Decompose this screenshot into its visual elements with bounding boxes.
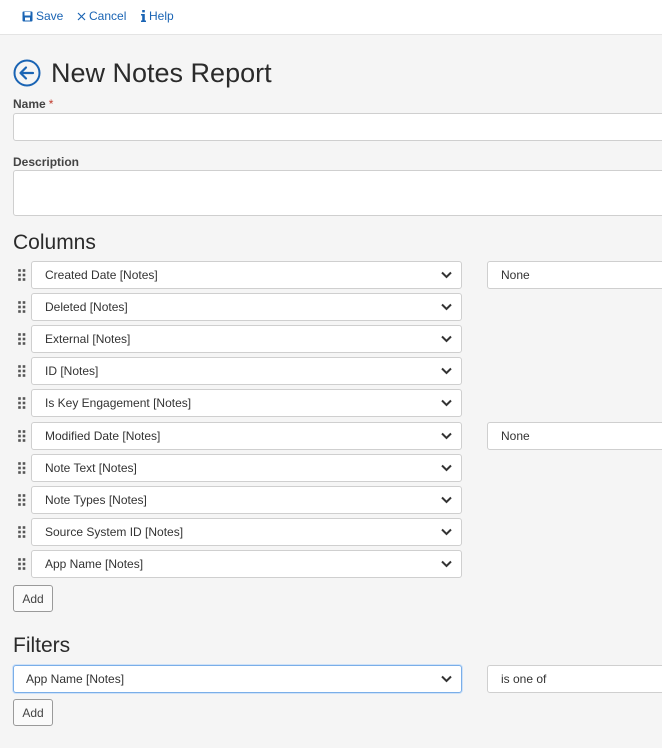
filter-operator-select[interactable]: is one of bbox=[487, 665, 662, 693]
column-select-value: Source System ID [Notes] bbox=[45, 525, 184, 539]
cancel-label: Cancel bbox=[89, 9, 127, 23]
chevron-down-icon bbox=[441, 496, 452, 504]
modified-date-option-select[interactable]: None bbox=[487, 422, 662, 450]
description-input[interactable] bbox=[13, 170, 662, 216]
save-button[interactable]: Save bbox=[22, 9, 63, 23]
created-date-option-select[interactable]: None bbox=[487, 261, 662, 289]
close-icon bbox=[77, 12, 86, 20]
drag-handle-icon[interactable] bbox=[18, 365, 26, 377]
save-label: Save bbox=[36, 9, 64, 23]
chevron-down-icon bbox=[441, 367, 452, 375]
column-select[interactable]: Deleted [Notes] bbox=[31, 293, 462, 321]
name-label-text: Name bbox=[13, 97, 46, 111]
chevron-down-icon bbox=[441, 464, 452, 472]
title-row: New Notes Report bbox=[13, 56, 272, 90]
columns-title: Columns bbox=[13, 231, 96, 254]
created-date-option-value: None bbox=[501, 268, 530, 282]
column-select[interactable]: Modified Date [Notes] bbox=[31, 422, 462, 450]
chevron-down-icon bbox=[441, 335, 452, 343]
column-select[interactable]: Source System ID [Notes] bbox=[31, 518, 462, 546]
drag-handle-icon[interactable] bbox=[18, 269, 26, 281]
required-mark: * bbox=[48, 97, 54, 111]
description-label: Description bbox=[13, 155, 80, 169]
column-select-value: Is Key Engagement [Notes] bbox=[45, 396, 192, 410]
column-select-value: Deleted [Notes] bbox=[45, 300, 128, 314]
column-select[interactable]: App Name [Notes] bbox=[31, 550, 462, 578]
column-select[interactable]: ID [Notes] bbox=[31, 357, 462, 385]
chevron-down-icon bbox=[441, 528, 452, 536]
modified-date-option-value: None bbox=[501, 429, 530, 443]
drag-handle-icon[interactable] bbox=[18, 558, 26, 570]
chevron-down-icon bbox=[441, 303, 452, 311]
column-select-value: Note Text [Notes] bbox=[45, 461, 137, 475]
drag-handle-icon[interactable] bbox=[18, 462, 26, 474]
cancel-button[interactable]: Cancel bbox=[77, 9, 126, 23]
drag-handle-icon[interactable] bbox=[18, 430, 26, 442]
chevron-down-icon bbox=[441, 271, 452, 279]
drag-handle-icon[interactable] bbox=[18, 301, 26, 313]
column-select-value: App Name [Notes] bbox=[45, 557, 144, 571]
column-select-value: ID [Notes] bbox=[45, 364, 99, 378]
chevron-down-icon bbox=[441, 399, 452, 407]
filters-title: Filters bbox=[13, 634, 71, 657]
chevron-down-icon bbox=[441, 560, 452, 568]
column-select[interactable]: Created Date [Notes] bbox=[31, 261, 462, 289]
drag-handle-icon[interactable] bbox=[18, 526, 26, 538]
drag-handle-icon[interactable] bbox=[18, 397, 26, 409]
back-arrow-icon[interactable] bbox=[13, 59, 41, 87]
info-icon bbox=[141, 10, 146, 22]
filter-field-value: App Name [Notes] bbox=[26, 672, 125, 686]
name-label: Name * bbox=[13, 97, 53, 111]
filter-field-select[interactable]: App Name [Notes] bbox=[13, 665, 462, 693]
toolbar: Save Cancel Help bbox=[0, 0, 662, 35]
help-label: Help bbox=[149, 9, 174, 23]
drag-handle-icon[interactable] bbox=[18, 494, 26, 506]
column-select-value: Modified Date [Notes] bbox=[45, 429, 161, 443]
help-button[interactable]: Help bbox=[141, 9, 174, 23]
column-select[interactable]: External [Notes] bbox=[31, 325, 462, 353]
page-title: New Notes Report bbox=[51, 58, 272, 88]
chevron-down-icon bbox=[441, 432, 452, 440]
name-input[interactable] bbox=[13, 113, 662, 141]
filter-operator-value: is one of bbox=[501, 672, 547, 686]
column-select-value: Created Date [Notes] bbox=[45, 268, 158, 282]
column-select-value: Note Types [Notes] bbox=[45, 493, 147, 507]
floppy-disk-icon bbox=[22, 11, 33, 21]
column-select[interactable]: Note Text [Notes] bbox=[31, 454, 462, 482]
column-select[interactable]: Is Key Engagement [Notes] bbox=[31, 389, 462, 417]
drag-handle-icon[interactable] bbox=[18, 333, 26, 345]
column-select-value: External [Notes] bbox=[45, 332, 131, 346]
add-filter-button[interactable]: Add bbox=[13, 699, 53, 726]
chevron-down-icon bbox=[441, 675, 452, 683]
add-column-button[interactable]: Add bbox=[13, 585, 53, 612]
column-select[interactable]: Note Types [Notes] bbox=[31, 486, 462, 514]
